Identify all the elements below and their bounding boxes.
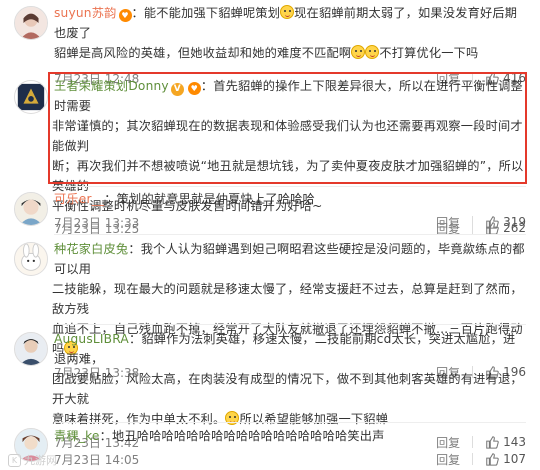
emoji-icon: [280, 5, 295, 19]
fan-badge-icon: ♥: [118, 9, 132, 22]
avatar[interactable]: [14, 242, 48, 276]
comment-meta: 7月23日 13:33 回复 319: [54, 211, 526, 233]
thumbs-up-icon: [486, 216, 499, 229]
like-count: 107: [503, 452, 526, 466]
emoji-icon: [351, 45, 366, 59]
username-link[interactable]: 可乐er__: [54, 192, 104, 206]
highlight-box: [48, 72, 527, 184]
like-button[interactable]: 107: [485, 452, 526, 466]
username-link[interactable]: 种花家白皮兔: [54, 242, 128, 256]
comment-text-line: 二技能躲，现在最大的问题就是移速太慢了，经常支援赶不过去，总算是赶到了然而，敌方…: [52, 282, 523, 316]
emoji-icon: [365, 45, 380, 59]
comment-meta: 7月23日 14:05 回复 107: [54, 448, 526, 470]
comment-text-line: 青稞_ke：地丑哈哈哈哈哈哈哈哈哈哈哈哈哈哈哈哈哈笑出声: [54, 426, 526, 446]
comment-3: 可乐er__：策划的就意思就是仲夏快上了哈哈哈 7月23日 13:33 回复 3…: [0, 186, 540, 233]
comment-text: 貂蝉是高风险的英雄，但她收益却和她的难度不匹配啊: [54, 46, 352, 60]
username-link[interactable]: suyun苏韵: [54, 6, 117, 20]
username-link[interactable]: 青稞_ke: [54, 429, 100, 443]
thumbs-up-icon: [486, 453, 499, 466]
comment-text-line: 可乐er__：策划的就意思就是仲夏快上了哈哈哈: [54, 189, 526, 209]
comment-date: 7月23日 14:05: [54, 452, 140, 467]
reply-button[interactable]: 回复: [436, 214, 460, 231]
avatar[interactable]: [14, 6, 48, 40]
comment-text: 不打算优化一下吗: [379, 46, 479, 60]
divider: [472, 216, 474, 228]
like-button[interactable]: 319: [485, 215, 526, 229]
avatar[interactable]: [14, 332, 48, 366]
watermark: K 九游网: [8, 452, 57, 468]
comment-date: 7月23日 13:33: [54, 215, 140, 230]
comment-text-line: suyun苏韵 ♥ ：能不能加强下貂蝉呢策划 现在貂蝉前期太弱了，如果没发育好后期也废…: [54, 3, 526, 43]
comment-text: ：能不能加强下貂蝉呢策划: [131, 6, 281, 20]
comment-text-line: 貂蝉是高风险的英雄，但她收益却和她的难度不匹配啊 不打算优化一下吗: [54, 43, 526, 63]
avatar[interactable]: [14, 192, 48, 226]
divider: [472, 453, 474, 465]
comment-text: ：策划的就意思就是仲夏快上了哈哈哈: [104, 192, 315, 206]
avatar[interactable]: [14, 80, 48, 114]
comment-text-line: 团战要贴脸，风险太高，在肉装没有成型的情况下，做不到其他刺客英雄的有进有退，开大…: [52, 372, 523, 406]
watermark-text: 九游网: [24, 454, 57, 467]
username-link[interactable]: AugusLIBRA: [54, 332, 129, 346]
reply-button[interactable]: 回复: [436, 451, 460, 468]
like-count: 319: [503, 215, 526, 229]
comment-text: ：地丑哈哈哈哈哈哈哈哈哈哈哈哈哈哈哈哈哈笑出声: [99, 429, 385, 443]
watermark-logo-icon: K: [8, 453, 21, 467]
comment-text-line: 种花家白皮兔：我个人认为貂蝉遇到妲己啊昭君这些硬控是没问题的，毕竟歘练点的都可以…: [54, 239, 526, 279]
comment-text-line: AugusLIBRA：貂蝉作为法刺英雄，移速太慢，二技能前期cd太长，突进太尴尬…: [54, 329, 526, 369]
comment-6: 青稞_ke：地丑哈哈哈哈哈哈哈哈哈哈哈哈哈哈哈哈哈笑出声 7月23日 14:05…: [0, 422, 540, 470]
